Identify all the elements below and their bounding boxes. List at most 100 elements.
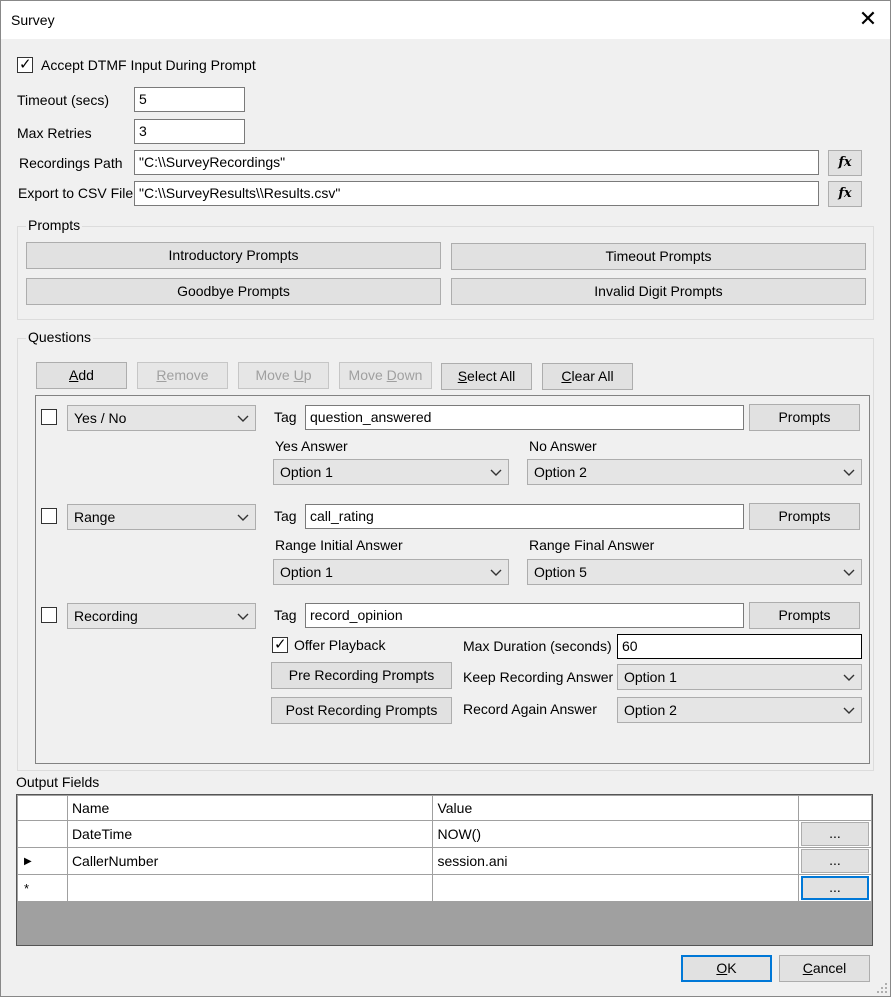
row-value-cell[interactable]: session.ani	[432, 847, 799, 875]
no-answer-value: Option 2	[534, 464, 587, 480]
select-all-button[interactable]: Select All	[441, 363, 532, 390]
tag-label: Tag	[274, 607, 297, 623]
keep-recording-label: Keep Recording Answer	[463, 669, 614, 685]
accept-dtmf-label: Accept DTMF Input During Prompt	[41, 57, 256, 73]
yes-answer-label: Yes Answer	[275, 438, 348, 454]
chevron-down-icon	[843, 667, 855, 687]
question-select-checkbox[interactable]	[41, 508, 57, 524]
table-new-row[interactable]: * ...	[17, 874, 873, 902]
row-name-cell[interactable]: CallerNumber	[66, 847, 434, 875]
row-button-cell: ...	[797, 847, 873, 875]
introductory-prompts-button[interactable]: Introductory Prompts	[26, 242, 441, 269]
timeout-prompts-button[interactable]: Timeout Prompts	[451, 243, 866, 270]
export-csv-label: Export to CSV File	[18, 185, 134, 201]
new-row-indicator[interactable]: *	[17, 874, 68, 902]
question-type-combo[interactable]: Recording	[67, 603, 256, 629]
keep-recording-combo[interactable]: Option 1	[617, 664, 862, 690]
range-initial-answer-combo[interactable]: Option 1	[273, 559, 509, 585]
pre-recording-prompts-button[interactable]: Pre Recording Prompts	[271, 662, 452, 689]
chevron-down-icon	[843, 700, 855, 720]
add-question-button[interactable]: Add	[36, 362, 127, 389]
max-duration-label: Max Duration (seconds)	[463, 638, 612, 654]
ok-button[interactable]: OK	[681, 955, 772, 982]
output-fields-table: Name Value DateTime NOW() ... ▶ CallerNu…	[17, 795, 873, 902]
question-type-value: Recording	[74, 608, 138, 624]
recordings-path-label: Recordings Path	[19, 155, 123, 171]
resize-grip-icon[interactable]	[876, 982, 888, 994]
max-retries-input[interactable]: 3	[134, 119, 245, 144]
invalid-digit-prompts-button[interactable]: Invalid Digit Prompts	[451, 278, 866, 305]
offer-playback-label: Offer Playback	[294, 637, 386, 653]
column-header-button	[797, 795, 873, 821]
clear-all-button[interactable]: Clear All	[542, 363, 633, 390]
no-answer-label: No Answer	[529, 438, 597, 454]
recordings-path-fx-button[interactable]: fx	[828, 150, 862, 176]
question-select-checkbox[interactable]	[41, 409, 57, 425]
yes-answer-combo[interactable]: Option 1	[273, 459, 509, 485]
table-row[interactable]: ▶ CallerNumber session.ani ...	[17, 847, 873, 875]
ellipsis-button[interactable]: ...	[800, 849, 869, 873]
tag-label: Tag	[274, 409, 297, 425]
output-fields-grid: Name Value DateTime NOW() ... ▶ CallerNu…	[16, 794, 873, 946]
tag-input[interactable]: question_answered	[305, 405, 744, 430]
question-prompts-button[interactable]: Prompts	[749, 602, 860, 629]
recordings-path-input[interactable]: "C:\\SurveyRecordings"	[134, 150, 819, 175]
no-answer-combo[interactable]: Option 2	[527, 459, 862, 485]
column-header-value[interactable]: Value	[432, 795, 799, 821]
table-header-row: Name Value	[17, 795, 873, 821]
row-value-cell[interactable]: NOW()	[432, 820, 799, 848]
chevron-down-icon	[843, 562, 855, 582]
export-csv-fx-button[interactable]: fx	[828, 181, 862, 207]
chevron-down-icon	[490, 562, 502, 582]
survey-dialog: Survey ✕ Accept DTMF Input During Prompt…	[0, 0, 891, 997]
range-final-answer-combo[interactable]: Option 5	[527, 559, 862, 585]
yes-answer-value: Option 1	[280, 464, 333, 480]
current-row-indicator[interactable]: ▶	[17, 847, 68, 875]
timeout-input[interactable]: 5	[134, 87, 245, 112]
tag-input[interactable]: call_rating	[305, 504, 744, 529]
table-row[interactable]: DateTime NOW() ...	[17, 820, 873, 848]
record-again-value: Option 2	[624, 702, 677, 718]
question-type-combo[interactable]: Yes / No	[67, 405, 256, 431]
title-bar: Survey ✕	[1, 1, 890, 39]
row-button-cell: ...	[797, 820, 873, 848]
question-select-checkbox[interactable]	[41, 607, 57, 623]
questions-group-label: Questions	[26, 329, 94, 345]
remove-question-button[interactable]: Remove	[137, 362, 228, 389]
range-initial-answer-value: Option 1	[280, 564, 333, 580]
tag-input[interactable]: record_opinion	[305, 603, 744, 628]
row-name-cell[interactable]: DateTime	[66, 820, 434, 848]
row-button-cell: ...	[797, 874, 873, 902]
timeout-label: Timeout (secs)	[17, 92, 110, 108]
accept-dtmf-checkbox[interactable]	[17, 55, 33, 73]
goodbye-prompts-button[interactable]: Goodbye Prompts	[26, 278, 441, 305]
question-prompts-button[interactable]: Prompts	[749, 404, 860, 431]
row-name-cell[interactable]	[66, 874, 434, 902]
output-fields-label: Output Fields	[16, 774, 100, 790]
max-duration-input[interactable]: 60	[617, 634, 862, 659]
prompts-group	[17, 226, 874, 320]
close-icon[interactable]: ✕	[856, 7, 880, 31]
range-final-answer-value: Option 5	[534, 564, 587, 580]
question-type-combo[interactable]: Range	[67, 504, 256, 530]
max-retries-label: Max Retries	[17, 125, 92, 141]
chevron-down-icon	[490, 462, 502, 482]
column-header-name[interactable]: Name	[66, 795, 434, 821]
ellipsis-button[interactable]: ...	[800, 822, 869, 846]
move-up-button[interactable]: Move Up	[238, 362, 329, 389]
range-initial-answer-label: Range Initial Answer	[275, 537, 403, 553]
tag-label: Tag	[274, 508, 297, 524]
ellipsis-button[interactable]: ...	[800, 876, 869, 900]
row-value-cell[interactable]	[432, 874, 799, 902]
row-header-corner	[17, 795, 68, 821]
question-prompts-button[interactable]: Prompts	[749, 503, 860, 530]
export-csv-input[interactable]: "C:\\SurveyResults\\Results.csv"	[134, 181, 819, 206]
question-type-value: Range	[74, 509, 116, 525]
offer-playback-checkbox[interactable]	[272, 635, 288, 653]
post-recording-prompts-button[interactable]: Post Recording Prompts	[271, 697, 452, 724]
row-header[interactable]	[17, 820, 68, 848]
record-again-combo[interactable]: Option 2	[617, 697, 862, 723]
record-again-label: Record Again Answer	[463, 701, 597, 717]
move-down-button[interactable]: Move Down	[339, 362, 432, 389]
cancel-button[interactable]: Cancel	[779, 955, 870, 982]
